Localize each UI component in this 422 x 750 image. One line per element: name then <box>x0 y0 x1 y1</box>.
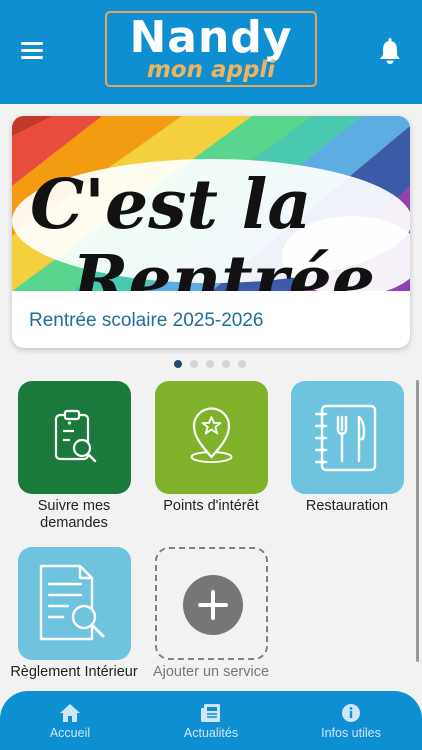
service-tile-suivre-mes-demandes[interactable] <box>18 381 131 494</box>
service-tile-reglement-interieur[interactable] <box>18 547 131 660</box>
carousel-dot-1[interactable] <box>174 360 182 368</box>
carousel-dot-3[interactable] <box>206 360 214 368</box>
scrollbar[interactable] <box>416 380 419 662</box>
carousel-dot-4[interactable] <box>222 360 230 368</box>
map-pin-star-icon <box>190 407 233 463</box>
home-icon <box>60 704 80 722</box>
banner-card[interactable]: C'est la Rentrée ! Rentrée scolaire 2025… <box>12 116 410 348</box>
tab-accueil[interactable]: Accueil <box>0 691 140 750</box>
banner-image-text-line1: C'est la <box>30 165 311 245</box>
tab-label-actualites: Actualités <box>183 726 239 740</box>
service-label-reglement-interieur: Règlement Intérieur <box>10 664 138 680</box>
tab-label-infos-utiles: Infos utiles <box>321 726 381 740</box>
logo-title: Nandy <box>129 12 293 63</box>
newspaper-icon <box>201 704 220 722</box>
add-service-button[interactable] <box>155 547 268 660</box>
service-tile-points-interet[interactable] <box>155 381 268 494</box>
hamburger-menu-icon[interactable] <box>21 42 43 62</box>
carousel-dot-2[interactable] <box>190 360 198 368</box>
banner-caption: Rentrée scolaire 2025-2026 <box>29 310 264 331</box>
bell-icon[interactable] <box>378 38 402 64</box>
info-icon <box>342 704 360 722</box>
bottom-tab-bar: Accueil Actualités Infos utiles <box>0 691 422 750</box>
tab-infos-utiles[interactable]: Infos utiles <box>281 691 421 750</box>
tab-label-accueil: Accueil <box>49 726 91 740</box>
service-label-points-interet: Points d'intérêt <box>163 498 259 514</box>
service-tile-restauration[interactable] <box>291 381 404 494</box>
app-logo: Nandy mon appli <box>105 11 317 87</box>
service-label-restauration: Restauration <box>305 498 389 514</box>
carousel-dot-5[interactable] <box>238 360 246 368</box>
menu-book-utensils-icon <box>314 404 377 472</box>
clipboard-search-icon <box>54 409 97 463</box>
tab-actualites[interactable]: Actualités <box>141 691 281 750</box>
add-service-label: Ajouter un service <box>152 664 270 680</box>
service-label-suivre-mes-demandes: Suivre mes demandes <box>37 498 111 531</box>
plus-icon <box>183 575 243 635</box>
document-search-icon <box>39 564 105 641</box>
banner-image: C'est la Rentrée ! <box>12 116 410 291</box>
app-header: Nandy mon appli <box>0 0 422 104</box>
banner-image-text-line2: Rentrée ! <box>70 241 410 291</box>
